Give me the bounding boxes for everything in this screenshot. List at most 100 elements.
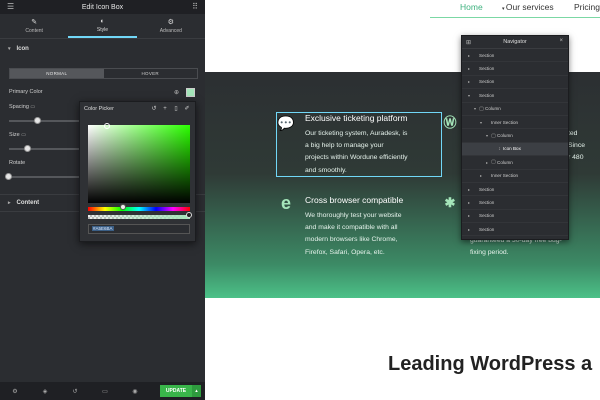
caret-icon[interactable]: ▸ — [466, 66, 472, 71]
spacing-slider-knob[interactable] — [34, 117, 41, 124]
navigator-row[interactable]: ▸ Section — [462, 183, 568, 197]
size-slider-knob[interactable] — [24, 145, 31, 152]
navigator-row-label: Inner Section — [491, 119, 519, 125]
rotate-slider-knob[interactable] — [5, 173, 12, 180]
saturation-area[interactable] — [88, 125, 190, 203]
navigator-row-label: Column — [497, 159, 513, 165]
feature-text-line: r 480 — [568, 154, 584, 162]
alpha-handle[interactable] — [186, 212, 192, 218]
navigator-row-label: Section — [479, 213, 495, 219]
color-picker-toolbar: ↺ + ▯ ✐ — [150, 105, 191, 113]
feature-text-line: Firefox, Safari, Opera, etc. — [305, 248, 385, 256]
navigator-row[interactable]: ↕ Icon Box — [462, 142, 568, 157]
spacing-label-text: Spacing — [9, 104, 29, 110]
size-label: Size ▭ — [9, 132, 26, 138]
navigator-row[interactable]: ▾ Inner Section — [462, 116, 568, 130]
nav-home-link[interactable]: Home — [460, 2, 483, 12]
hover-state-button[interactable]: HOVER — [103, 69, 197, 78]
caret-icon[interactable]: ▾ — [478, 120, 484, 125]
trash-icon[interactable]: ▯ — [172, 105, 180, 113]
hex-input[interactable]: #A5E6BA — [88, 224, 190, 234]
navigator-row-label: Section — [479, 199, 495, 205]
navigator-row[interactable]: ▸ Section — [462, 49, 568, 63]
color-picker-title: Color Picker — [84, 106, 114, 112]
layers-icon[interactable]: ◈ — [30, 388, 60, 395]
navigator-row[interactable]: ▸ Section — [462, 196, 568, 210]
widgets-grid-icon[interactable]: ⠿ — [191, 2, 199, 12]
navigator-row-label: Section — [479, 186, 495, 192]
tab-advanced[interactable]: ⚙ Advanced — [137, 14, 205, 38]
caret-icon[interactable]: ▸ — [466, 227, 472, 232]
nav-services-label: Our services — [505, 2, 554, 12]
caret-icon[interactable]: ▸ — [466, 53, 472, 58]
caret-icon[interactable]: ▸ — [466, 187, 472, 192]
add-icon[interactable]: + — [161, 105, 169, 113]
icon-section-header[interactable]: ▾ Icon — [0, 39, 205, 59]
navigator-panel: ⊞ Navigator × ▸ Section ▸ Section ▸ Section ▾ S… — [461, 35, 569, 240]
normal-state-button[interactable]: NORMAL — [10, 69, 104, 78]
navigator-row[interactable]: ▾ ▢ Column — [462, 129, 568, 143]
caret-icon[interactable]: ▸ — [466, 79, 472, 84]
tab-content[interactable]: ✎ Content — [0, 14, 68, 38]
preview-eye-icon[interactable]: ◉ — [120, 388, 150, 395]
size-label-text: Size — [9, 132, 20, 138]
caret-icon[interactable]: ▸ — [466, 213, 472, 218]
nav-pricing-link[interactable]: Pricing — [574, 2, 600, 12]
spacing-slider-track[interactable] — [9, 120, 79, 122]
globe-icon[interactable]: ⊕ — [174, 89, 179, 96]
update-button[interactable]: UPDATE — [160, 385, 192, 397]
responsive-mode-icon[interactable]: ▭ — [90, 388, 120, 395]
close-icon[interactable]: × — [559, 38, 563, 44]
desktop-monitor-icon[interactable]: ▭ — [21, 132, 26, 138]
column-icon: ▢ — [491, 132, 496, 139]
half-circle-icon: ◐ — [100, 17, 105, 25]
caret-down-icon: ▾ — [8, 46, 11, 52]
saturation-handle[interactable] — [104, 123, 110, 129]
icon-section-title: Icon — [16, 46, 29, 52]
hamburger-menu-icon[interactable]: ☰ — [7, 3, 15, 11]
pencil-icon: ✎ — [31, 18, 38, 26]
reset-icon[interactable]: ↺ — [150, 105, 158, 113]
state-toggle: NORMAL HOVER — [9, 68, 198, 79]
nav-divider — [430, 17, 600, 18]
navigator-row[interactable]: ▸ ▢ Column — [462, 156, 568, 170]
caret-icon[interactable]: ▸ — [466, 200, 472, 205]
eyedropper-icon[interactable]: ✐ — [183, 105, 191, 113]
navigator-row[interactable]: ▸ Section — [462, 210, 568, 224]
navigator-row[interactable]: ▸ Section — [462, 223, 568, 237]
caret-icon[interactable]: ▾ — [466, 93, 472, 98]
expand-all-icon[interactable]: ⊞ — [466, 39, 471, 46]
history-icon[interactable]: ↺ — [60, 388, 90, 395]
primary-color-swatch[interactable] — [186, 88, 195, 97]
alpha-slider[interactable] — [88, 215, 190, 219]
navigator-row[interactable]: ▸ Section — [462, 62, 568, 76]
rotate-slider-track[interactable] — [9, 176, 79, 178]
caret-icon[interactable]: ▸ — [478, 173, 484, 178]
spacing-label: Spacing ▭ — [9, 104, 35, 110]
size-slider-track[interactable] — [9, 148, 79, 150]
navigator-row[interactable]: ▸ Inner Section — [462, 170, 568, 183]
nav-services-link[interactable]: ▾ Our services — [502, 2, 554, 12]
update-options-arrow[interactable]: ▴ — [192, 385, 201, 397]
navigator-row[interactable]: ▾ ▢ Column — [462, 103, 568, 116]
navigator-header[interactable]: ⊞ Navigator × — [462, 36, 568, 49]
tab-style-label: Style — [96, 26, 109, 33]
settings-gear-icon[interactable]: ⚙ — [0, 388, 30, 395]
desktop-monitor-icon[interactable]: ▭ — [30, 104, 35, 110]
color-picker-popup: Color Picker ↺ + ▯ ✐ #A5E6BA — [79, 101, 196, 242]
panel-header: ☰ Edit Icon Box ⠿ — [0, 0, 205, 14]
hue-handle[interactable] — [120, 204, 126, 210]
hex-value: #A5E6BA — [92, 226, 114, 231]
navigator-row-label: Inner Section — [491, 173, 519, 179]
navigator-row-label: Section — [479, 79, 495, 85]
hue-slider[interactable] — [88, 207, 190, 211]
site-navbar: Home ▾ Our services Pricing — [212, 0, 600, 18]
selected-widget-outline[interactable] — [276, 112, 442, 177]
feature-text-line: and make it compatible with all — [305, 224, 398, 232]
panel-title: Edit Icon Box — [81, 3, 124, 11]
navigator-row[interactable]: ▾ Section — [462, 89, 568, 103]
section-headline: Leading WordPress a — [388, 353, 593, 375]
navigator-row[interactable]: ▸ Section — [462, 76, 568, 90]
edge-browser-icon: e — [280, 193, 291, 213]
tab-style[interactable]: ◐ Style — [68, 14, 137, 38]
